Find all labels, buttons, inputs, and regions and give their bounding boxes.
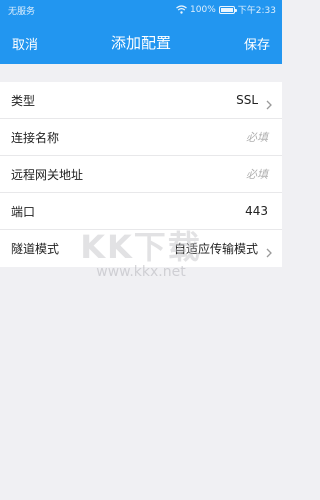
status-right: 100% 下午2:33	[176, 3, 276, 16]
wifi-icon	[176, 5, 187, 14]
config-form: 类型 SSL 连接名称 必填 远程网关地址 必填 端口 443 隧道模式 自适应…	[0, 82, 282, 267]
type-value: SSL	[236, 93, 258, 107]
remote-gateway-input[interactable]: 必填	[246, 166, 268, 182]
status-bar: 无服务 100% 下午2:33	[0, 0, 282, 20]
nav-bar: 取消 添加配置 保存	[0, 22, 282, 62]
chevron-right-icon	[266, 95, 272, 114]
clock-text: 下午2:33	[237, 6, 276, 16]
port-row[interactable]: 端口 443	[0, 193, 282, 230]
connection-name-label: 连接名称	[11, 130, 60, 145]
remote-gateway-label: 远程网关地址	[11, 167, 84, 182]
battery-percent: 100%	[190, 4, 216, 15]
tunnel-mode-row[interactable]: 隧道模式 自适应传输模式	[0, 230, 282, 267]
port-label: 端口	[11, 204, 36, 219]
cancel-button[interactable]: 取消	[12, 34, 38, 53]
tunnel-mode-label: 隧道模式	[11, 242, 60, 256]
type-label: 类型	[11, 93, 36, 108]
type-row[interactable]: 类型 SSL	[0, 82, 282, 119]
chevron-right-icon	[266, 243, 272, 262]
save-button[interactable]: 保存	[244, 34, 270, 53]
carrier-text: 无服务	[8, 7, 36, 17]
battery-icon	[218, 5, 237, 14]
page-title: 添加配置	[110, 34, 171, 52]
remote-gateway-row[interactable]: 远程网关地址 必填	[0, 156, 282, 193]
port-input[interactable]: 443	[245, 204, 268, 218]
tunnel-mode-value: 自适应传输模式	[173, 242, 258, 256]
app-header: 无服务 100% 下午2:33 取消 添加配置 保存	[0, 0, 282, 64]
connection-name-row[interactable]: 连接名称 必填	[0, 119, 282, 156]
connection-name-input[interactable]: 必填	[246, 129, 268, 145]
